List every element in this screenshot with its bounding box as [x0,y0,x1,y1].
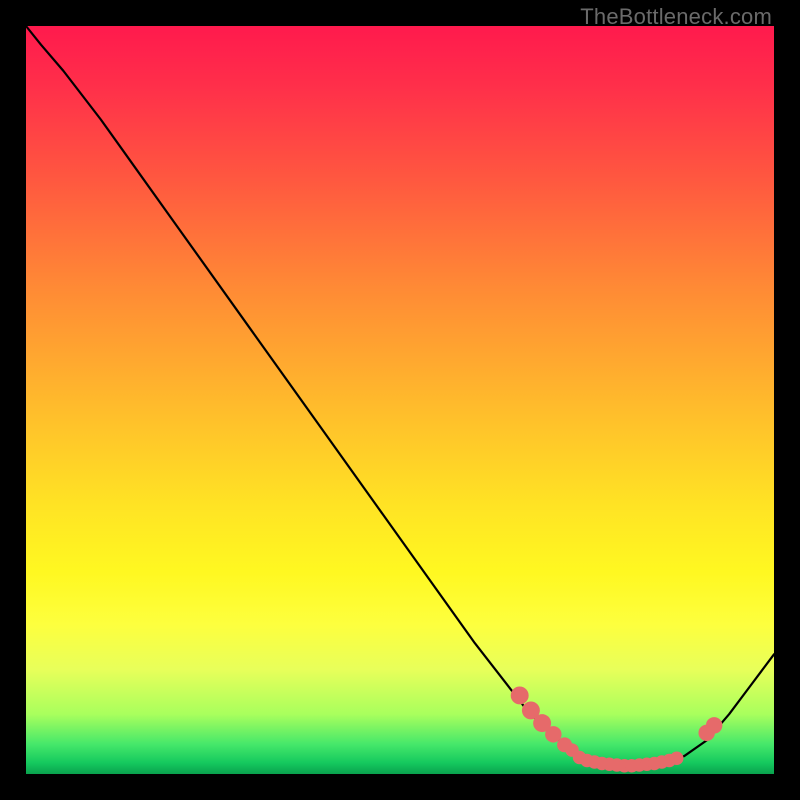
curve-marker [706,717,722,733]
bottleneck-curve [26,26,774,767]
chart-stage: TheBottleneck.com [0,0,800,800]
curve-marker [670,752,683,765]
marker-group [511,686,723,772]
curve-marker [511,686,529,704]
chart-overlay-svg [26,26,774,774]
